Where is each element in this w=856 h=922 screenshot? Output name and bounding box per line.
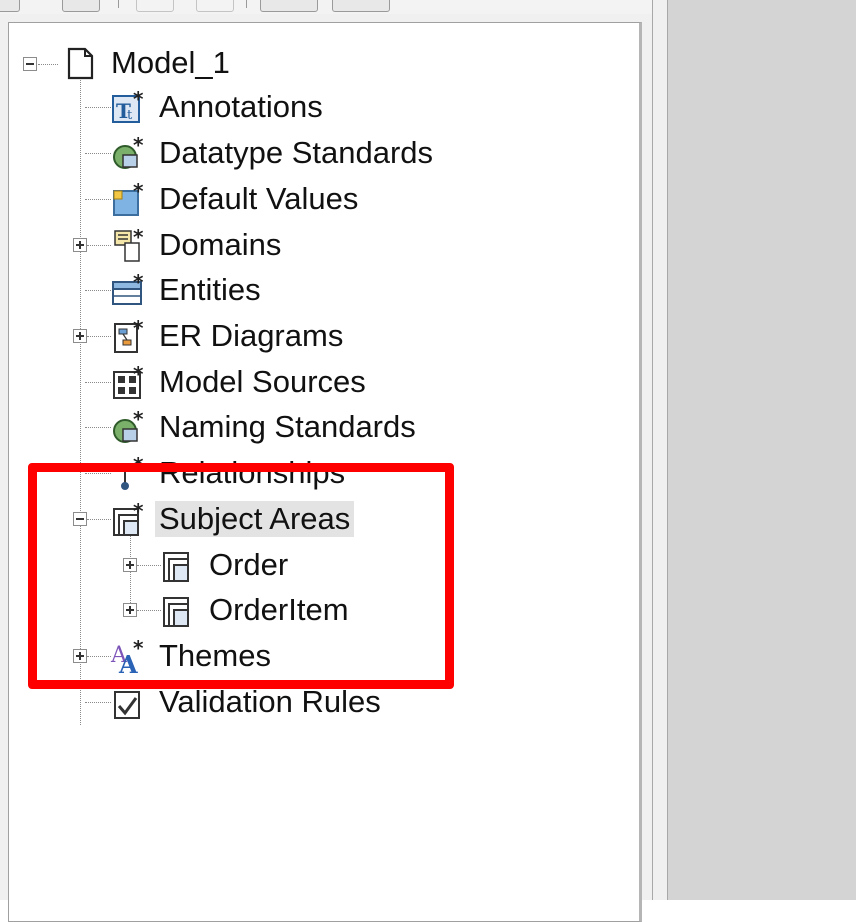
svg-text:*: * xyxy=(133,453,144,477)
tree-node-annotations[interactable]: T t * Annotations xyxy=(109,87,327,127)
tree-node-model-sources[interactable]: * Model Sources xyxy=(109,362,370,402)
tree-node-label: Default Values xyxy=(159,181,359,216)
expand-toggle[interactable] xyxy=(73,238,87,252)
tree-connector xyxy=(80,63,81,725)
naming-standards-icon: * xyxy=(113,407,144,443)
datatype-standards-icon: * xyxy=(113,133,144,169)
tree-connector xyxy=(137,610,161,611)
tree-node-themes[interactable]: A A * Themes xyxy=(109,636,275,676)
tree-connector xyxy=(87,519,111,520)
tree-node-label: Datatype Standards xyxy=(159,135,434,170)
subject-area-icon xyxy=(163,597,189,627)
tree-node-default-values[interactable]: * Default Values xyxy=(109,179,362,219)
tree-node-datatype-standards[interactable]: * Datatype Standards xyxy=(109,133,437,173)
validation-rules-icon xyxy=(114,691,140,719)
er-diagrams-icon: * xyxy=(114,316,144,353)
svg-text:*: * xyxy=(133,362,144,386)
relationships-icon: * xyxy=(121,453,144,490)
tree-node-label: ER Diagrams xyxy=(159,318,344,353)
tree-node-orderitem[interactable]: OrderItem xyxy=(159,590,353,630)
tree-node-label: Order xyxy=(209,547,289,582)
tree-connector xyxy=(85,427,111,428)
svg-text:*: * xyxy=(133,133,144,157)
svg-text:*: * xyxy=(133,179,144,203)
model-sources-icon: * xyxy=(113,362,144,399)
tree-connector xyxy=(85,382,111,383)
subject-area-icon xyxy=(163,552,189,582)
tree-connector xyxy=(85,107,111,108)
default-values-icon: * xyxy=(113,179,144,216)
svg-text:*: * xyxy=(133,407,144,431)
tree-node-label: Entities xyxy=(159,272,261,307)
tree-connector xyxy=(137,565,161,566)
tree-connector xyxy=(87,245,111,246)
expand-toggle[interactable] xyxy=(73,329,87,343)
toolbar xyxy=(0,0,652,14)
svg-text:*: * xyxy=(133,499,144,523)
subject-areas-icon: * xyxy=(113,499,144,536)
pane-splitter[interactable] xyxy=(652,0,668,900)
tree-node-domains[interactable]: * Domains xyxy=(109,225,285,265)
svg-text:*: * xyxy=(133,270,144,294)
tree-node-label: Subject Areas xyxy=(155,501,355,537)
right-pane xyxy=(668,0,856,900)
tree-node-label: Relationships xyxy=(159,455,346,490)
tree-node-order[interactable]: Order xyxy=(159,545,292,585)
tree-node-label: Model Sources xyxy=(159,364,366,399)
tree-connector xyxy=(85,153,111,154)
tree-node-label: Naming Standards xyxy=(159,409,416,444)
collapse-toggle[interactable] xyxy=(73,512,87,526)
toolbar-button[interactable] xyxy=(332,0,390,12)
tree-node-validation-rules[interactable]: Validation Rules xyxy=(109,682,385,722)
svg-text:*: * xyxy=(133,87,144,111)
tree-node-naming-standards[interactable]: * Naming Standards xyxy=(109,407,420,447)
toolbar-button[interactable] xyxy=(196,0,234,12)
entities-icon: * xyxy=(112,270,144,305)
tree-node-entities[interactable]: * Entities xyxy=(109,270,265,310)
svg-text:*: * xyxy=(133,636,144,660)
tree-node-relationships[interactable]: * Relationships xyxy=(109,453,349,493)
tree-node-subject-areas[interactable]: * Subject Areas xyxy=(109,499,355,539)
collapse-toggle[interactable] xyxy=(23,57,37,71)
tree-connector xyxy=(38,64,58,65)
annotations-icon: T t * xyxy=(112,87,144,123)
tree-connector xyxy=(87,656,111,657)
document-icon xyxy=(67,47,94,80)
tree-connector xyxy=(85,199,111,200)
svg-text:*: * xyxy=(133,316,144,340)
tree-node-label: Domains xyxy=(159,227,282,262)
domains-icon: * xyxy=(114,225,144,262)
model-tree[interactable]: Model_1 T t * Annotations * Datatype Sta… xyxy=(8,22,642,922)
expand-toggle[interactable] xyxy=(123,603,137,617)
toolbar-button[interactable] xyxy=(260,0,318,12)
tree-node-label: Themes xyxy=(159,638,271,673)
tree-connector xyxy=(87,336,111,337)
svg-text:*: * xyxy=(133,225,144,249)
expand-toggle[interactable] xyxy=(73,649,87,663)
tree-node-model-1[interactable]: Model_1 xyxy=(61,43,234,83)
tree-node-label: Annotations xyxy=(159,89,323,124)
tree-connector xyxy=(85,702,111,703)
tree-connector xyxy=(85,290,111,291)
toolbar-button[interactable] xyxy=(136,0,174,12)
expand-toggle[interactable] xyxy=(123,558,137,572)
tree-node-label: Model_1 xyxy=(111,45,230,80)
toolbar-separator xyxy=(246,0,247,8)
tree-node-er-diagrams[interactable]: * ER Diagrams xyxy=(109,316,347,356)
tree-connector xyxy=(85,473,111,474)
tree-node-label: OrderItem xyxy=(209,592,349,627)
toolbar-button[interactable] xyxy=(0,0,20,12)
toolbar-button[interactable] xyxy=(62,0,100,12)
tree-node-label: Validation Rules xyxy=(159,684,381,719)
themes-icon: A A * xyxy=(110,636,144,676)
toolbar-separator xyxy=(118,0,119,8)
